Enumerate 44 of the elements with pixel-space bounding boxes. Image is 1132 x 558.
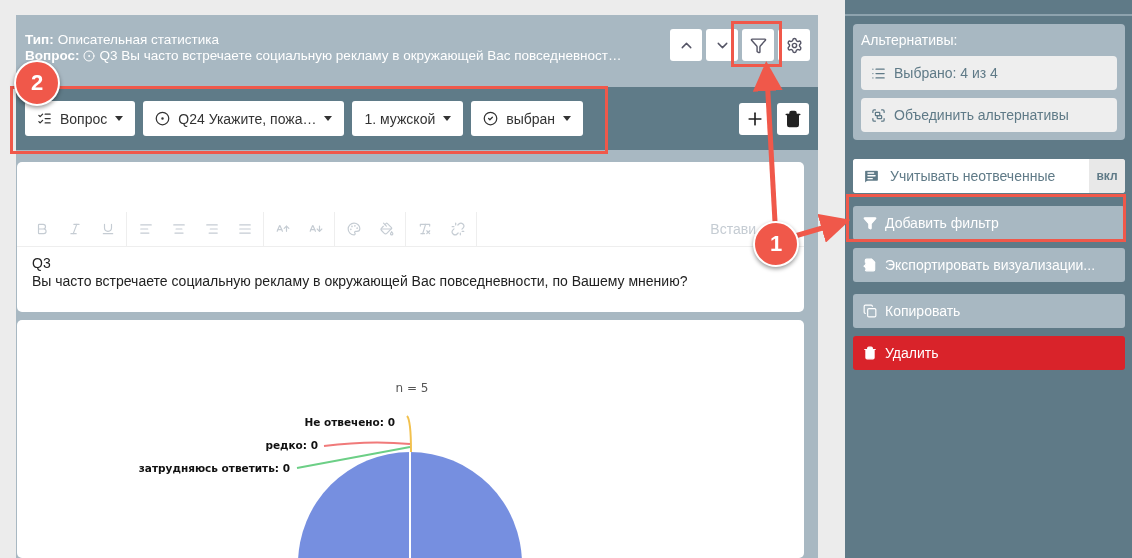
slice-label: Не отвечено: 0 — [304, 416, 395, 428]
slice-label: редко: 0 — [265, 439, 318, 451]
copy-icon — [863, 304, 877, 318]
merge-icon — [871, 107, 886, 123]
type-label: Тип: — [25, 32, 54, 47]
type-value: Описательная статистика — [57, 32, 219, 47]
question-label: Вопрос: — [25, 48, 80, 63]
question-value: Q3 Вы часто встречаете социальную рекламу в окружающей Вас повседневност… — [99, 48, 622, 63]
trash-icon — [863, 346, 877, 360]
check-circle-icon — [483, 111, 499, 126]
sample-size-label: n = 5 — [395, 381, 429, 395]
checklist-icon — [37, 111, 52, 126]
caret-icon — [563, 116, 572, 121]
move-up-button[interactable] — [670, 29, 702, 61]
funnel-icon — [749, 36, 767, 54]
delete-button[interactable] — [777, 102, 809, 135]
delete-button[interactable]: Удалить — [853, 336, 1125, 370]
merge-button[interactable]: Объединить альтернативы — [861, 98, 1117, 132]
radio-icon — [155, 111, 171, 126]
filter-dropdown[interactable]: Вопрос — [25, 101, 136, 136]
slice-label: затрудняюсь ответить: 0 — [138, 462, 290, 474]
gear-icon — [785, 36, 803, 54]
question-text: Q3 — [32, 255, 52, 271]
question-text: Вы часто встречаете социальную рекламу в окружающей Вас повседневности, по Вашему мнению? — [32, 273, 689, 289]
list-icon — [871, 65, 886, 81]
funnel-icon — [863, 216, 877, 230]
settings-button[interactable] — [778, 29, 810, 61]
arrow — [794, 213, 851, 243]
highlight-frame — [731, 21, 782, 67]
caret-icon — [115, 116, 124, 121]
alternatives-button[interactable]: Выбрано: 4 из 4 — [861, 56, 1117, 90]
toggle-option[interactable]: Учитывать неотвеченные — [853, 159, 1089, 193]
comment-icon — [863, 167, 880, 185]
group-title: Альтернативы: — [861, 32, 959, 48]
filter-dropdown[interactable]: выбран — [471, 101, 584, 136]
move-down-button[interactable] — [706, 29, 738, 61]
filter-dropdown[interactable]: Q24 Укажите, пожа… — [143, 101, 345, 136]
file-icon — [863, 258, 877, 272]
trash-icon — [784, 109, 802, 128]
filter-dropdown[interactable]: 1. мужской — [352, 101, 464, 136]
filter-button[interactable] — [742, 29, 774, 61]
caret-icon — [443, 116, 452, 121]
caret-icon — [324, 116, 333, 121]
radio-icon — [83, 49, 96, 62]
